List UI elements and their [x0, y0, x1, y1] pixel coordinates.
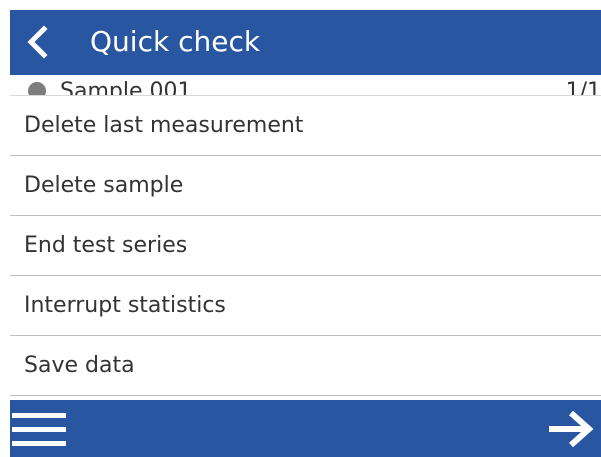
hamburger-menu-icon — [12, 413, 72, 455]
sample-label: Sample 001 — [60, 79, 192, 95]
menu-item-interrupt-statistics[interactable]: Interrupt statistics — [10, 276, 601, 336]
menu-item-delete-last-measurement[interactable]: Delete last measurement — [10, 96, 601, 156]
menu-item-end-test-series[interactable]: End test series — [10, 216, 601, 276]
chevron-left-icon — [22, 24, 54, 60]
back-button[interactable] — [22, 24, 54, 60]
arrow-right-icon — [545, 410, 597, 455]
header-bar: Quick check — [10, 10, 601, 75]
menu-item-delete-sample[interactable]: Delete sample — [10, 156, 601, 216]
menu-button[interactable] — [12, 407, 72, 451]
footer-bar — [10, 400, 601, 457]
screen: Quick check Sample 001 1/1 Delete last m… — [10, 10, 601, 457]
sample-count: 1/1 — [565, 79, 601, 95]
page-title: Quick check — [90, 25, 261, 58]
status-dot-icon — [28, 82, 46, 95]
context-menu: Delete last measurement Delete sample En… — [10, 95, 601, 401]
sample-row: Sample 001 1/1 — [10, 75, 601, 95]
menu-item-save-data[interactable]: Save data — [10, 336, 601, 396]
next-button[interactable] — [545, 407, 597, 451]
